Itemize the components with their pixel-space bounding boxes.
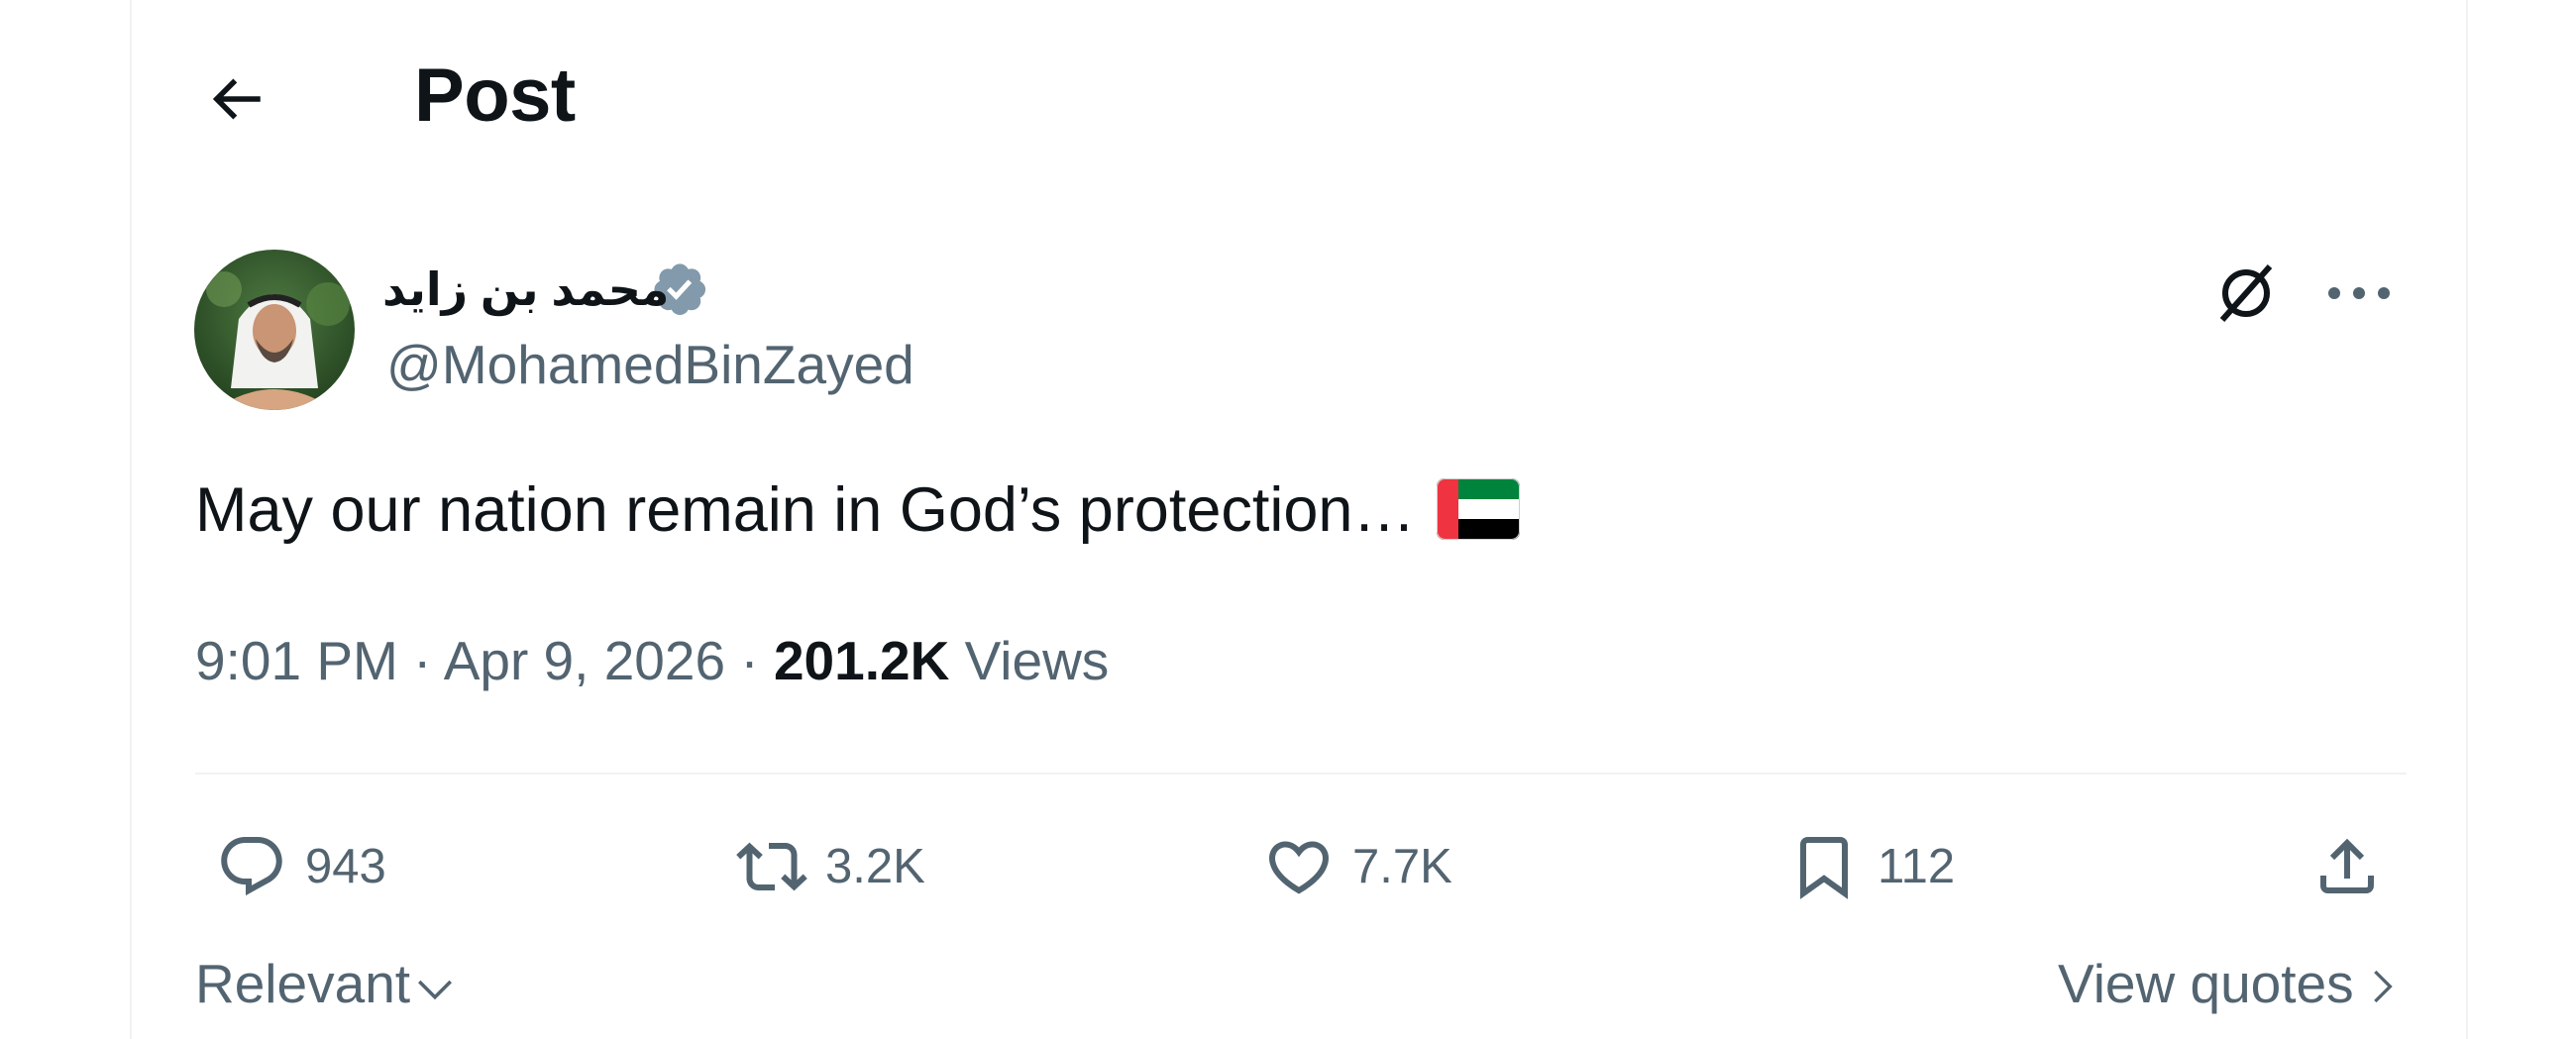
view-quotes-label: View quotes xyxy=(2058,953,2354,1014)
view-quotes-link[interactable]: View quotes xyxy=(2058,949,2402,1018)
divider xyxy=(195,773,2407,775)
back-button[interactable] xyxy=(191,54,280,144)
views-label: Views xyxy=(964,630,1110,691)
sort-dropdown[interactable]: Relevant xyxy=(195,949,456,1018)
repost-count: 3.2K xyxy=(825,840,925,893)
reply-button[interactable]: 943 xyxy=(216,822,386,911)
avatar-image xyxy=(194,250,355,410)
post-text: May our nation remain in God’s protectio… xyxy=(195,470,1521,550)
repost-button[interactable]: 3.2K xyxy=(736,822,925,911)
heart-icon xyxy=(1268,841,1330,894)
repost-icon xyxy=(736,842,807,891)
like-count: 7.7K xyxy=(1352,840,1452,893)
post-column: Post محمد بن زايد @MohamedBinZayed May o… xyxy=(130,0,2468,1039)
meta-separator: · xyxy=(740,630,759,691)
share-icon xyxy=(2320,838,2374,893)
views-count: 201.2K xyxy=(773,630,950,691)
page-title: Post xyxy=(414,53,576,138)
share-button[interactable] xyxy=(2311,822,2383,911)
chevron-right-icon xyxy=(2373,970,2393,1003)
reply-icon xyxy=(221,837,282,896)
bookmark-icon xyxy=(1800,837,1848,899)
author-display-name[interactable]: محمد بن زايد xyxy=(382,260,669,319)
grok-button[interactable] xyxy=(2210,258,2282,329)
post-time[interactable]: 9:01 PM xyxy=(195,630,398,691)
back-arrow-icon xyxy=(212,78,261,120)
uae-flag-icon xyxy=(1437,478,1521,541)
reply-count: 943 xyxy=(305,840,386,893)
sort-label: Relevant xyxy=(195,953,411,1014)
chevron-down-icon xyxy=(418,980,453,1000)
post-date[interactable]: Apr 9, 2026 xyxy=(444,630,725,691)
post-meta: 9:01 PM · Apr 9, 2026 · 201.2K Views xyxy=(195,626,1109,695)
like-button[interactable]: 7.7K xyxy=(1263,822,1452,911)
avatar[interactable] xyxy=(194,250,355,410)
author-handle[interactable]: @MohamedBinZayed xyxy=(386,330,914,399)
bookmark-button[interactable]: 112 xyxy=(1788,822,1955,911)
meta-separator: · xyxy=(413,630,432,691)
grok-icon xyxy=(2219,264,2273,322)
more-dots-icon xyxy=(2328,287,2390,299)
more-options-button[interactable] xyxy=(2319,258,2399,329)
post-text-content: May our nation remain in God’s protectio… xyxy=(195,475,1416,545)
bookmark-count: 112 xyxy=(1878,840,1956,893)
